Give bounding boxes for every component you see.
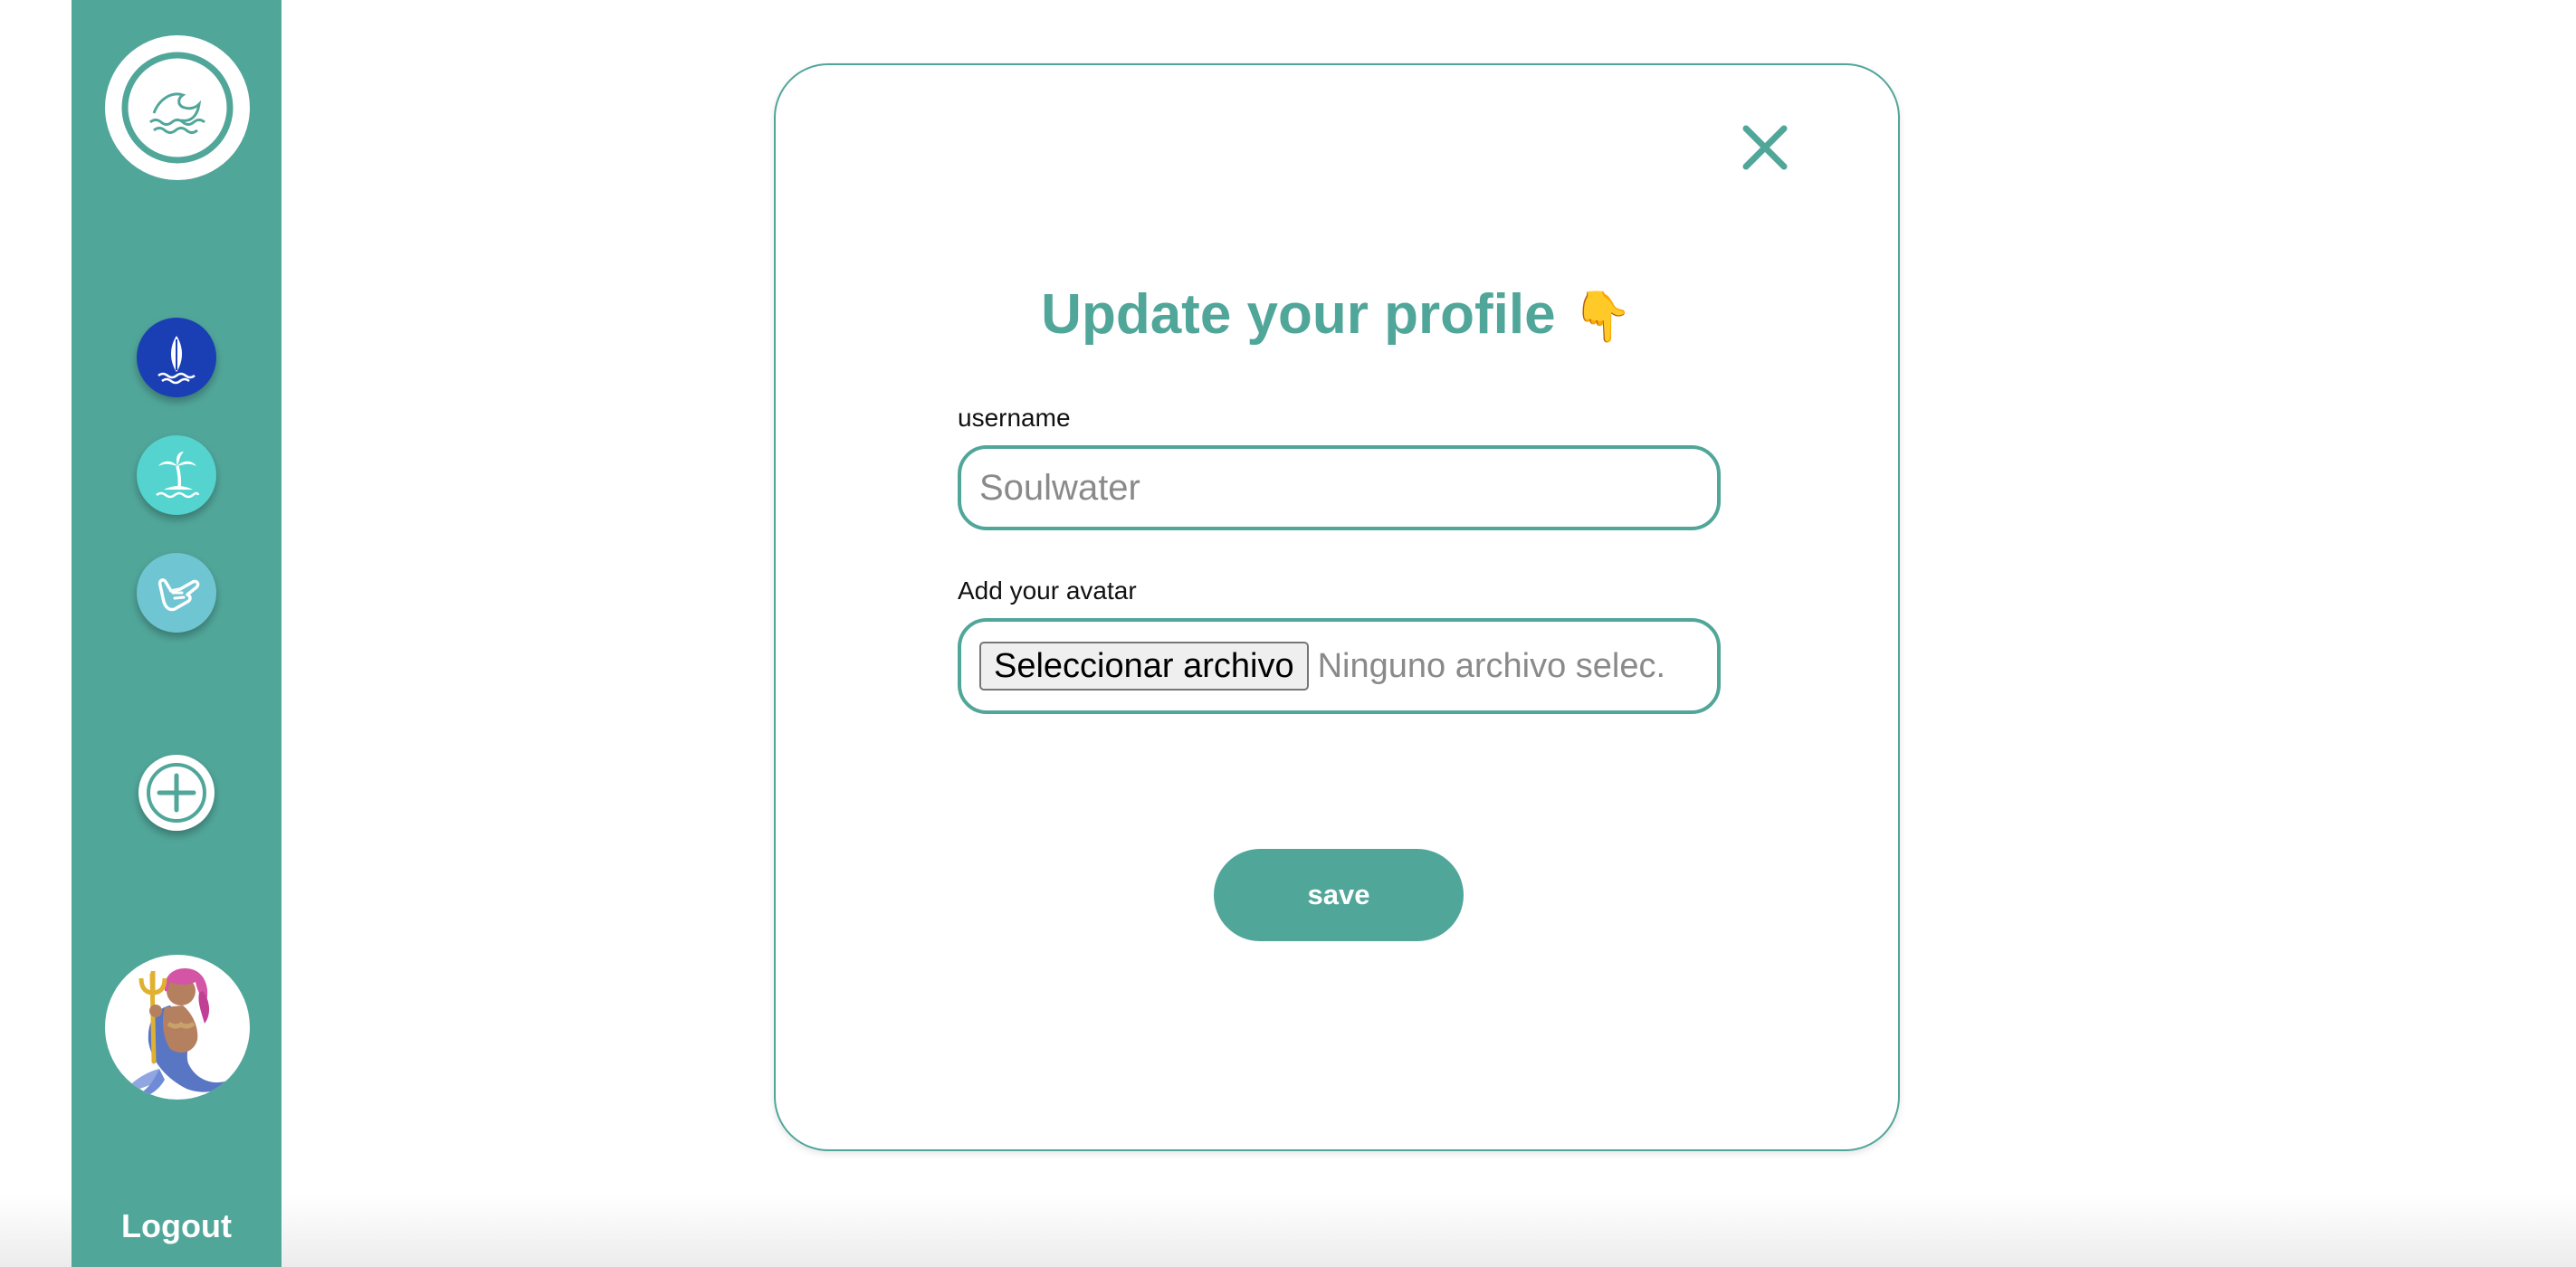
username-input[interactable] (961, 449, 1717, 527)
modal-title-text: Update your profile (1041, 283, 1556, 346)
app-logo[interactable] (105, 35, 250, 180)
choose-file-button[interactable]: Seleccionar archivo (979, 642, 1309, 691)
file-status-text: Ninguno archivo selec. (1317, 646, 1666, 685)
nav-beach-button[interactable] (137, 435, 216, 515)
wave-icon (121, 52, 234, 164)
close-button[interactable] (1733, 116, 1797, 179)
plus-icon (147, 763, 206, 823)
sidebar: Logout (72, 0, 281, 1267)
username-field (958, 445, 1721, 530)
username-label: username (958, 404, 1071, 432)
save-button[interactable]: save (1214, 849, 1464, 941)
logout-link[interactable]: Logout (72, 1207, 281, 1245)
pointing-down-emoji: 👇 (1571, 290, 1633, 344)
shaka-hand-icon (157, 578, 200, 612)
avatar-label: Add your avatar (958, 576, 1137, 605)
palm-island-icon (156, 452, 200, 499)
nav-surf-button[interactable] (137, 318, 216, 397)
mermaid-avatar (123, 968, 230, 1099)
bottom-shade (0, 1195, 2576, 1267)
user-avatar[interactable] (105, 955, 250, 1100)
modal-title: Update your profile 👇 (776, 282, 1898, 347)
update-profile-modal: Update your profile 👇 username Add your a… (774, 63, 1900, 1151)
surfboard-icon (157, 336, 196, 385)
close-icon (1742, 125, 1788, 170)
avatar-file-field: Seleccionar archivo Ninguno archivo sele… (958, 618, 1721, 714)
nav-shaka-button[interactable] (137, 553, 216, 633)
add-button[interactable] (138, 755, 215, 831)
